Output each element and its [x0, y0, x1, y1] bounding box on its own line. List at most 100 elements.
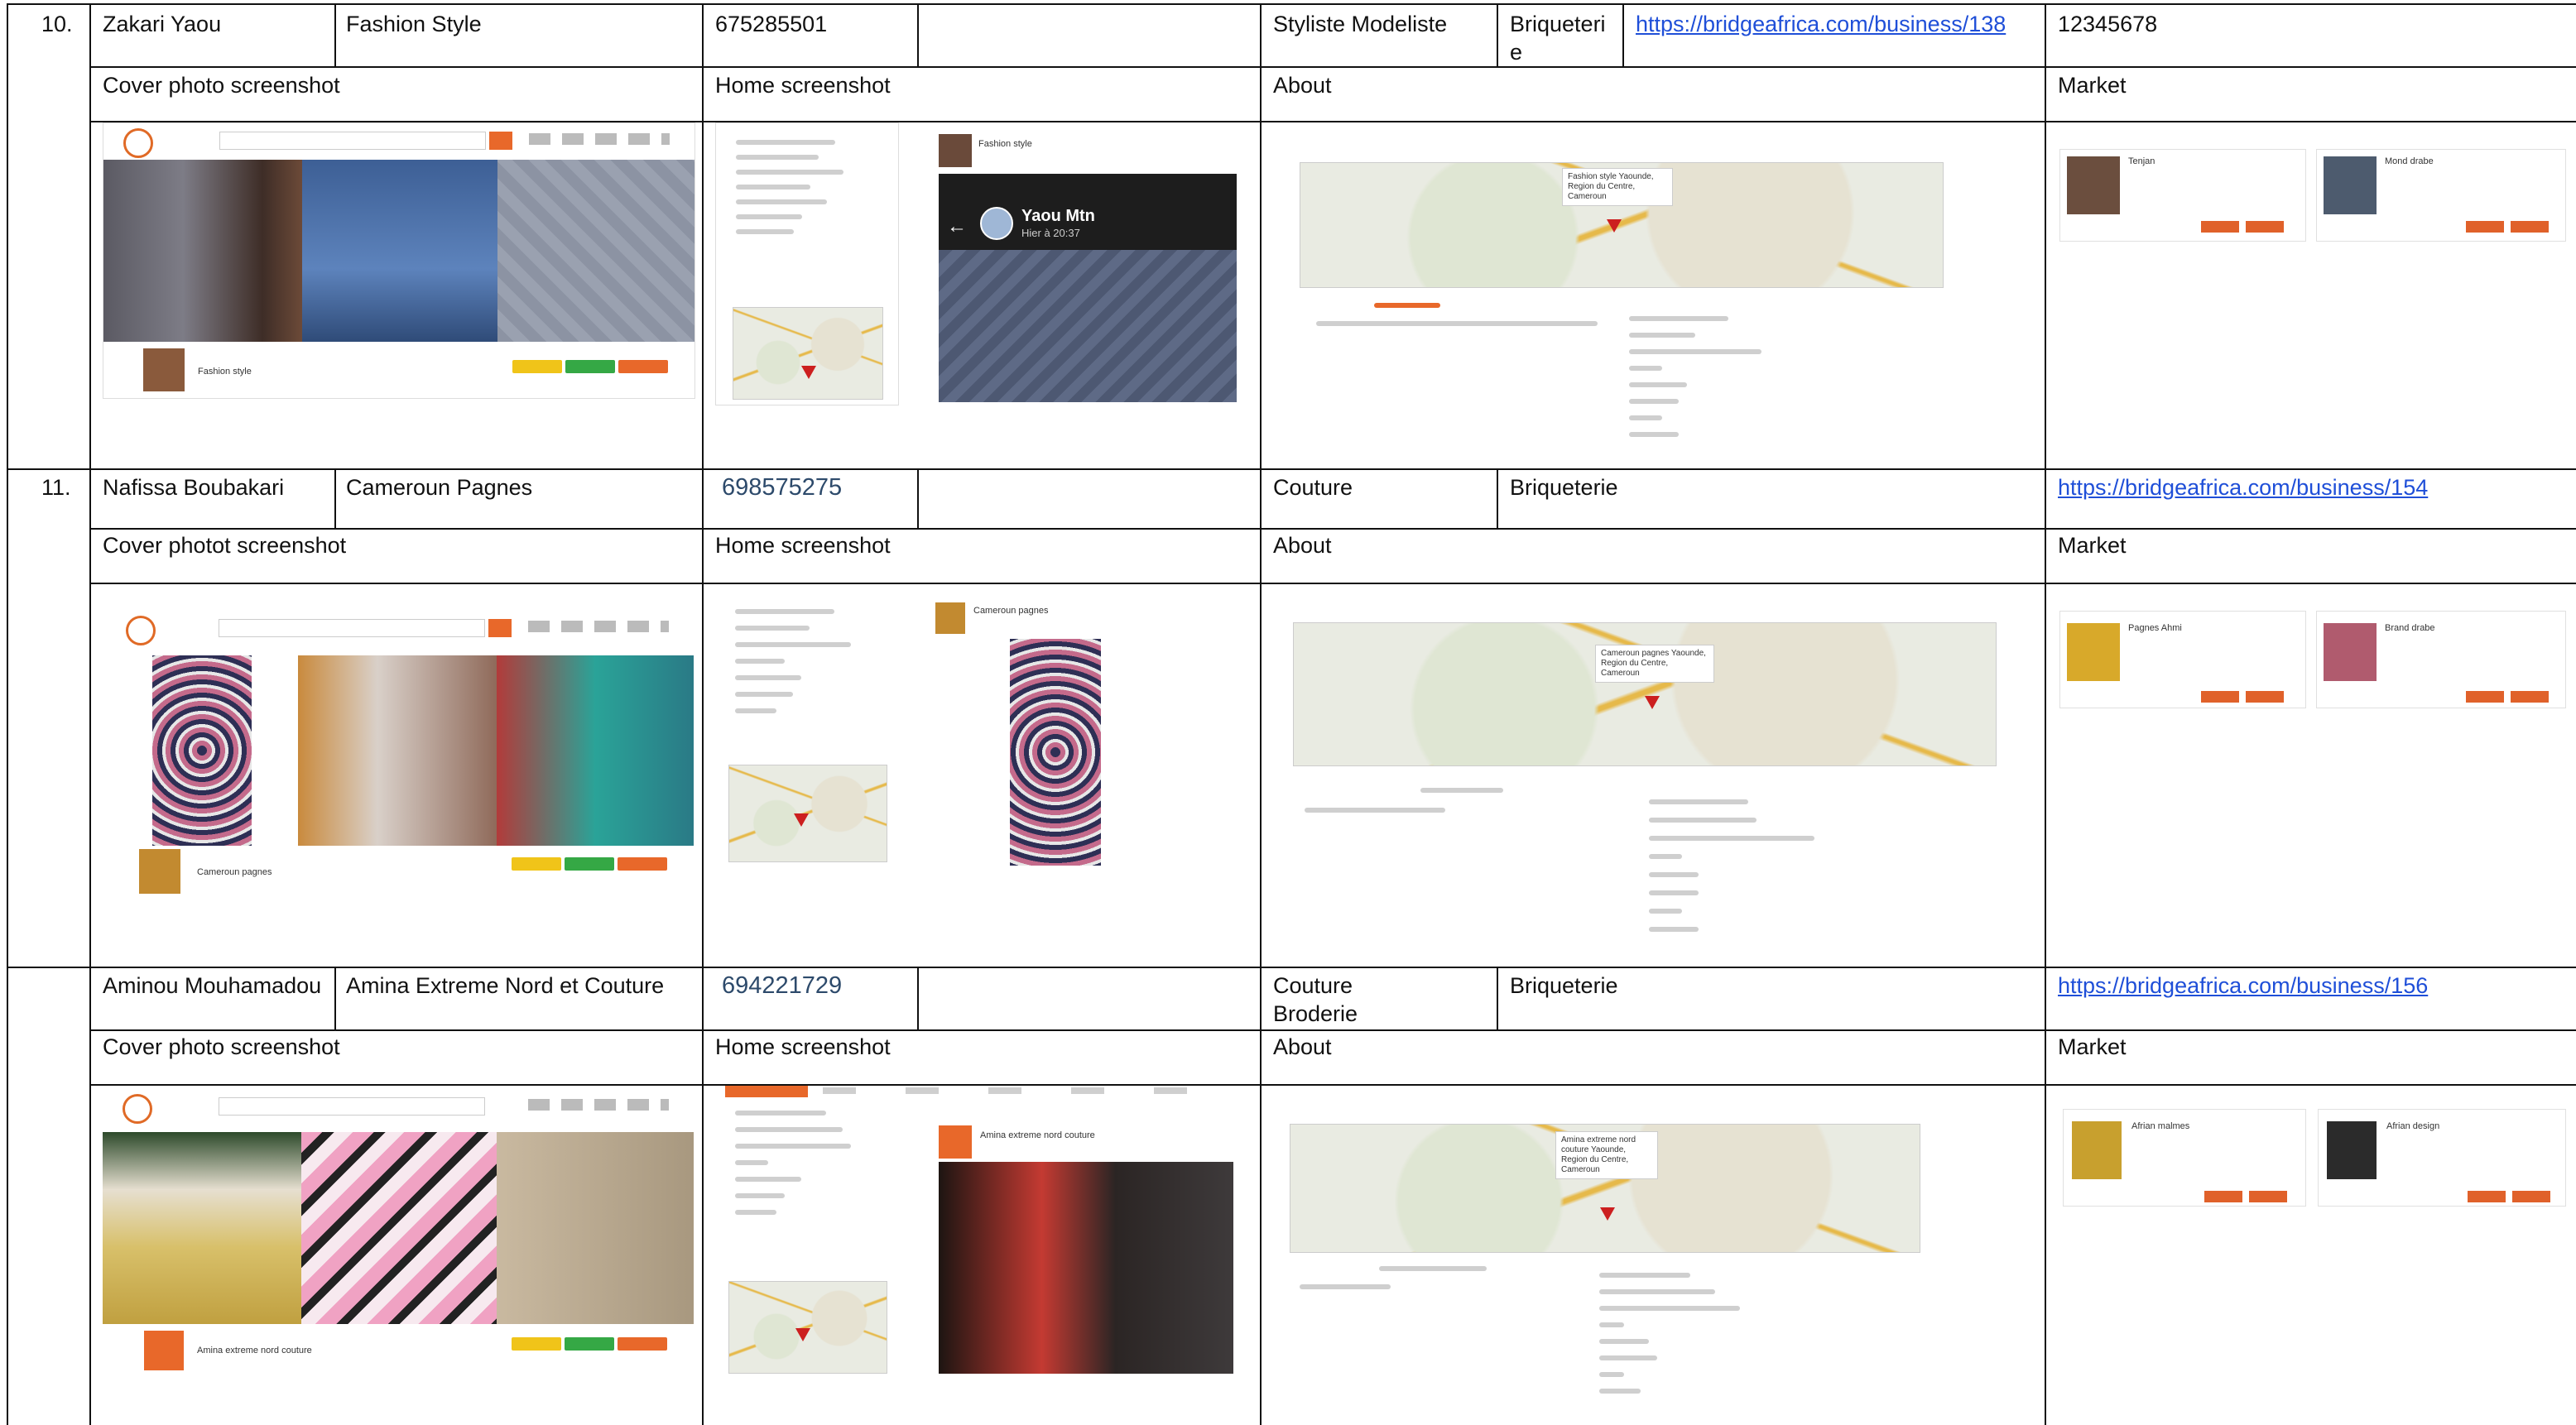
product-card: Brand drabe	[2316, 611, 2566, 708]
cover-label: Cover photo screenshot	[103, 1034, 340, 1059]
avatar	[139, 849, 180, 894]
row-divider	[89, 528, 2576, 530]
business-link[interactable]: https://bridgeafrica.com/business/156	[2058, 972, 2428, 1000]
phone-number: 675285501	[715, 12, 828, 36]
status-name: Yaou Mtn	[1021, 207, 1095, 225]
buy-button	[2468, 1191, 2506, 1202]
avatar	[143, 348, 185, 391]
search-icon	[489, 132, 512, 150]
tab-bar	[823, 1087, 1220, 1094]
home-label: Home screenshot	[715, 533, 891, 558]
map-pin-icon	[795, 1328, 810, 1341]
row-number: 10.	[41, 12, 73, 36]
cover-photo	[301, 1132, 497, 1324]
product-name: Mond drabe	[2385, 156, 2434, 166]
bridgeafrica-logo-icon	[123, 1094, 152, 1124]
avatar	[935, 602, 965, 634]
about-label: About	[1273, 533, 1332, 558]
product-card: Afrian design	[2318, 1109, 2566, 1207]
col-divider	[917, 468, 919, 528]
profile-name: Fashion style	[198, 367, 252, 377]
follow-button	[512, 857, 561, 871]
col-divider	[1622, 3, 1624, 66]
mini-map	[728, 1281, 887, 1374]
col-divider	[1497, 967, 1498, 1029]
market-screenshot: Afrian malmes Afrian design	[2056, 1086, 2568, 1218]
post-photo	[1010, 639, 1101, 866]
back-arrow-icon: ←	[947, 215, 967, 238]
add-to-cart-button	[2511, 691, 2549, 703]
col-divider	[334, 967, 336, 1029]
phone-number: 694221729	[722, 972, 843, 999]
product-image	[2067, 156, 2120, 214]
search-icon	[488, 1097, 512, 1116]
col-divider	[917, 3, 919, 66]
about-map: Fashion style Yaounde, Region du Centre,…	[1300, 162, 1944, 288]
about-screenshot: Amina extreme nord couture Yaounde, Regi…	[1280, 1086, 1925, 1418]
row-divider	[89, 1029, 2576, 1031]
product-image	[2324, 156, 2377, 214]
message-button	[565, 360, 615, 373]
market-label: Market	[2058, 73, 2127, 98]
avatar	[980, 207, 1013, 240]
owner-name: Aminou Mouhamadou	[103, 973, 322, 998]
nav-links	[528, 1099, 669, 1111]
add-to-cart-button	[2512, 1191, 2550, 1202]
add-to-cart-button	[2511, 221, 2549, 233]
col-divider	[1497, 3, 1498, 66]
mini-map	[728, 765, 887, 862]
home-sidebar-screenshot	[715, 589, 889, 867]
post-photo	[939, 250, 1237, 402]
map-popup: Fashion style Yaounde, Region du Centre,…	[1562, 168, 1673, 206]
col-divider	[702, 3, 704, 1425]
product-image	[2324, 623, 2377, 681]
about-map: Amina extreme nord couture Yaounde, Regi…	[1290, 1124, 1920, 1253]
cover-label: Cover photot screenshot	[103, 533, 347, 558]
profile-name: Amina extreme nord couture	[197, 1346, 312, 1355]
cover-photo	[497, 655, 694, 846]
col-divider	[334, 3, 336, 66]
map-popup: Cameroun pagnes Yaounde, Region du Centr…	[1595, 645, 1714, 683]
map-pin-icon	[794, 813, 809, 827]
search-input	[219, 132, 486, 150]
col-divider	[2045, 3, 2046, 1425]
cover-label: Cover photo screenshot	[103, 73, 340, 98]
buy-button	[2201, 691, 2239, 703]
location: Briqueterie	[1510, 475, 1618, 500]
business-link[interactable]: https://bridgeafrica.com/business/138	[1636, 10, 2006, 38]
mini-map	[733, 307, 883, 400]
bridgeafrica-logo-icon	[123, 128, 153, 158]
about-label: About	[1273, 1034, 1332, 1059]
home-sidebar-screenshot	[715, 122, 899, 405]
product-name: Brand drabe	[2385, 623, 2435, 633]
owner-name: Nafissa Boubakari	[103, 475, 285, 500]
post-author: Cameroun pagnes	[973, 606, 1049, 616]
cover-photo	[497, 1132, 694, 1324]
search-input	[219, 619, 485, 637]
market-screenshot: Pagnes Ahmi Brand drabe	[2056, 584, 2568, 717]
owner-name: Zakari Yaou	[103, 12, 222, 36]
follow-button	[512, 360, 562, 373]
follow-button	[512, 1337, 561, 1351]
status-header: ← Yaou Mtn Hier à 20:37	[939, 174, 1237, 250]
col-divider	[334, 468, 336, 528]
table-border-top	[7, 3, 2576, 5]
market-label: Market	[2058, 1034, 2127, 1059]
business-link[interactable]: https://bridgeafrica.com/business/154	[2058, 473, 2428, 501]
cover-screenshot: Fashion style	[103, 122, 695, 399]
product-image	[2067, 623, 2120, 681]
cover-photo	[302, 160, 497, 342]
tab-home	[725, 1086, 808, 1097]
buy-button	[2466, 691, 2504, 703]
row-divider	[7, 468, 2576, 470]
market-label: Market	[2058, 533, 2127, 558]
business-name: Amina Extreme Nord et Couture	[346, 973, 665, 998]
location: Briqueterie	[1510, 12, 1606, 65]
home-label: Home screenshot	[715, 1034, 891, 1059]
status-time: Hier à 20:37	[1021, 227, 1080, 239]
cover-photo	[298, 655, 497, 846]
col-divider	[1497, 468, 1498, 528]
search-input	[219, 1097, 485, 1116]
message-button	[565, 1337, 614, 1351]
about-label: About	[1273, 73, 1332, 98]
